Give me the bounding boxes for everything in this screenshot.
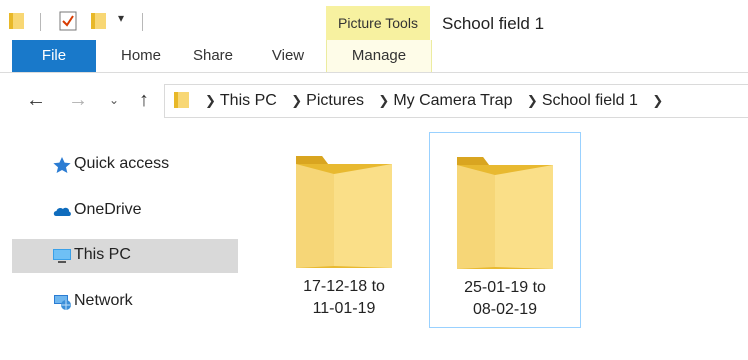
folder-item[interactable]: 17-12-18 to 11-01-19: [269, 132, 419, 326]
breadcrumb-chevron-icon[interactable]: ❯: [205, 93, 216, 108]
breadcrumb-chevron-icon[interactable]: ❯: [291, 93, 302, 108]
address-folder-icon: [173, 90, 191, 115]
customize-toolbar-chevron-icon[interactable]: ▾: [118, 11, 124, 25]
up-arrow-icon[interactable]: ↑: [132, 86, 156, 114]
folder-name: 25-01-19 to 08-02-19: [430, 277, 580, 321]
sidebar-item-label: Quick access: [74, 155, 170, 172]
breadcrumb-chevron-icon[interactable]: ❯: [652, 93, 663, 108]
folder-name-line: 17-12-18 to: [303, 278, 385, 295]
sidebar-item-onedrive[interactable]: OneDrive: [12, 194, 238, 228]
sidebar-item-label: Network: [74, 292, 133, 309]
tab-file[interactable]: File: [12, 40, 96, 72]
tab-view[interactable]: View: [266, 40, 310, 72]
breadcrumb: ❯ This PC ❯ Pictures ❯ My Camera Trap ❯ Scho…: [199, 85, 667, 117]
sidebar-item-this-pc[interactable]: This PC: [12, 239, 238, 273]
folder-icon: [294, 150, 394, 275]
ribbon-tabs: File Home Share View Manage: [0, 40, 748, 73]
breadcrumb-pictures[interactable]: Pictures: [306, 92, 364, 109]
back-arrow-icon[interactable]: ←: [24, 86, 48, 114]
toolbar-divider: [142, 13, 143, 31]
star-icon: [52, 156, 72, 174]
folder-name: 17-12-18 to 11-01-19: [269, 276, 419, 320]
sidebar-item-label: OneDrive: [74, 201, 142, 218]
forward-arrow-icon[interactable]: →: [66, 86, 90, 114]
sidebar-item-network[interactable]: Network: [12, 285, 238, 319]
tab-home[interactable]: Home: [112, 40, 170, 72]
breadcrumb-my-camera-trap[interactable]: My Camera Trap: [393, 92, 512, 109]
window-title: School field 1: [442, 14, 545, 33]
cloud-icon: [52, 202, 72, 220]
recent-locations-chevron-icon[interactable]: ⌄: [104, 86, 124, 114]
breadcrumb-school-field-1[interactable]: School field 1: [542, 92, 638, 109]
title-bar: ▾ Picture Tools School field 1: [0, 0, 748, 40]
folder-name-line: 25-01-19 to: [464, 279, 546, 296]
quick-access-folder-icon[interactable]: [8, 8, 26, 34]
network-icon: [52, 293, 72, 311]
computer-icon: [52, 247, 72, 265]
breadcrumb-this-pc[interactable]: This PC: [220, 92, 277, 109]
properties-icon[interactable]: [58, 8, 78, 34]
folder-name-line: 08-02-19: [472, 301, 538, 318]
folder-item-selected[interactable]: 25-01-19 to 08-02-19: [429, 132, 581, 328]
breadcrumb-chevron-icon[interactable]: ❯: [378, 93, 389, 108]
address-bar[interactable]: ❯ This PC ❯ Pictures ❯ My Camera Trap ❯ Scho…: [164, 84, 748, 118]
navigation-row: ← → ⌄ ↑ ❯ This PC ❯ Pictures ❯ My Camera Tr…: [0, 80, 748, 120]
sidebar-item-quick-access[interactable]: Quick access: [12, 148, 238, 182]
breadcrumb-chevron-icon[interactable]: ❯: [527, 93, 538, 108]
sidebar-item-label: This PC: [74, 246, 131, 263]
tab-share[interactable]: Share: [188, 40, 238, 72]
folder-name-line: 11-01-19: [312, 300, 376, 317]
toolbar-divider: [40, 13, 41, 31]
navigation-pane: Quick access OneDrive This PC Network: [0, 120, 240, 360]
new-folder-icon[interactable]: [90, 8, 108, 34]
picture-tools-header: Picture Tools: [326, 6, 430, 40]
folder-icon: [455, 151, 555, 276]
tab-manage[interactable]: Manage: [326, 40, 432, 72]
